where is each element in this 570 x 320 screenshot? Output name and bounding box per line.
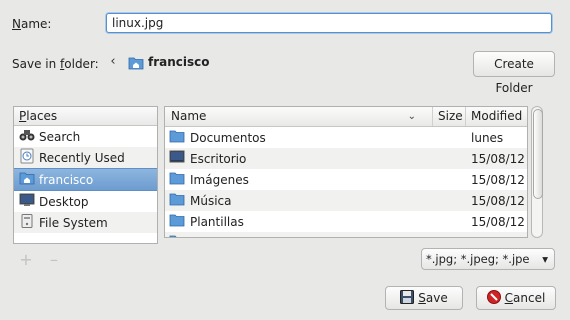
- home-folder-icon: [19, 171, 35, 188]
- column-header-name[interactable]: Name ⌄: [165, 107, 433, 126]
- file-modified: 15/08/12: [471, 151, 525, 166]
- file-name: Imágenes: [190, 172, 249, 187]
- clock-icon: [19, 148, 35, 167]
- chevron-down-icon: ▾: [542, 252, 548, 266]
- place-item-file-system[interactable]: File System: [14, 212, 157, 233]
- column-header-size[interactable]: Size: [433, 107, 466, 126]
- file-name: Escritorio: [190, 151, 247, 166]
- places-panel: Places Search Recently Used francisco De…: [13, 106, 158, 244]
- place-label: Recently Used: [39, 150, 125, 165]
- folder-icon: [169, 171, 185, 188]
- drive-icon: [19, 214, 35, 231]
- name-label: Name:: [12, 17, 52, 31]
- create-folder-button[interactable]: Create Folder: [473, 51, 555, 95]
- cancel-icon: [486, 289, 501, 307]
- folder-icon: [169, 129, 185, 146]
- file-modified: 15/08/12: [471, 193, 525, 208]
- path-button-francisco[interactable]: francisco: [128, 55, 210, 69]
- file-modified: lunes: [471, 130, 504, 145]
- folder-icon: [169, 234, 185, 237]
- filename-input[interactable]: linux.jpg: [106, 13, 552, 33]
- desktop-folder-icon: [169, 150, 185, 167]
- binoculars-icon: [19, 128, 35, 145]
- column-header-modified[interactable]: Modified: [466, 107, 527, 126]
- file-name: Plantillas: [190, 214, 244, 229]
- home-folder-icon: [128, 56, 144, 69]
- file-list-scrollbar[interactable]: [531, 106, 543, 238]
- save-label: Save: [418, 291, 448, 305]
- scrollbar-thumb[interactable]: [533, 109, 543, 199]
- file-row[interactable]: Documentos lunes: [165, 127, 527, 148]
- filter-value: *.jpg; *.jpeg; *.jpe: [426, 252, 530, 266]
- floppy-disk-icon: [400, 289, 415, 307]
- remove-bookmark-button[interactable]: –: [47, 252, 61, 268]
- file-row-partial[interactable]: [165, 232, 527, 237]
- folder-icon: [169, 192, 185, 209]
- file-list-header: Name ⌄ Size Modified: [165, 107, 527, 127]
- back-arrow-icon[interactable]: ‹: [106, 54, 120, 70]
- place-item-francisco[interactable]: francisco: [14, 168, 157, 191]
- file-name: Música: [190, 193, 232, 208]
- place-label: File System: [39, 215, 108, 230]
- file-row[interactable]: Música 15/08/12: [165, 190, 527, 211]
- place-label: Desktop: [39, 194, 89, 209]
- cancel-label: Cancel: [504, 291, 546, 305]
- file-type-filter[interactable]: *.jpg; *.jpeg; *.jpe ▾: [421, 248, 555, 270]
- file-name: Documentos: [190, 130, 266, 145]
- place-label: francisco: [39, 172, 94, 187]
- sort-down-icon: ⌄: [407, 111, 416, 122]
- cancel-button[interactable]: Cancel: [476, 286, 556, 310]
- add-bookmark-button[interactable]: +: [19, 252, 33, 268]
- save-in-folder-label: Save in folder:: [12, 57, 99, 71]
- desktop-icon: [19, 193, 35, 210]
- file-modified: 15/08/12: [471, 172, 525, 187]
- folder-icon: [169, 213, 185, 230]
- save-button[interactable]: Save: [385, 286, 463, 310]
- file-row[interactable]: Escritorio 15/08/12: [165, 148, 527, 169]
- current-folder-label: francisco: [148, 55, 210, 69]
- place-item-search[interactable]: Search: [14, 126, 157, 147]
- place-item-recently-used[interactable]: Recently Used: [14, 147, 157, 168]
- place-label: Search: [39, 129, 81, 144]
- places-header[interactable]: Places: [14, 107, 157, 126]
- file-row[interactable]: Plantillas 15/08/12: [165, 211, 527, 232]
- file-row[interactable]: Imágenes 15/08/12: [165, 169, 527, 190]
- place-item-desktop[interactable]: Desktop: [14, 191, 157, 212]
- file-list: Name ⌄ Size Modified Documentos lunes Es…: [164, 106, 528, 238]
- file-modified: 15/08/12: [471, 214, 525, 229]
